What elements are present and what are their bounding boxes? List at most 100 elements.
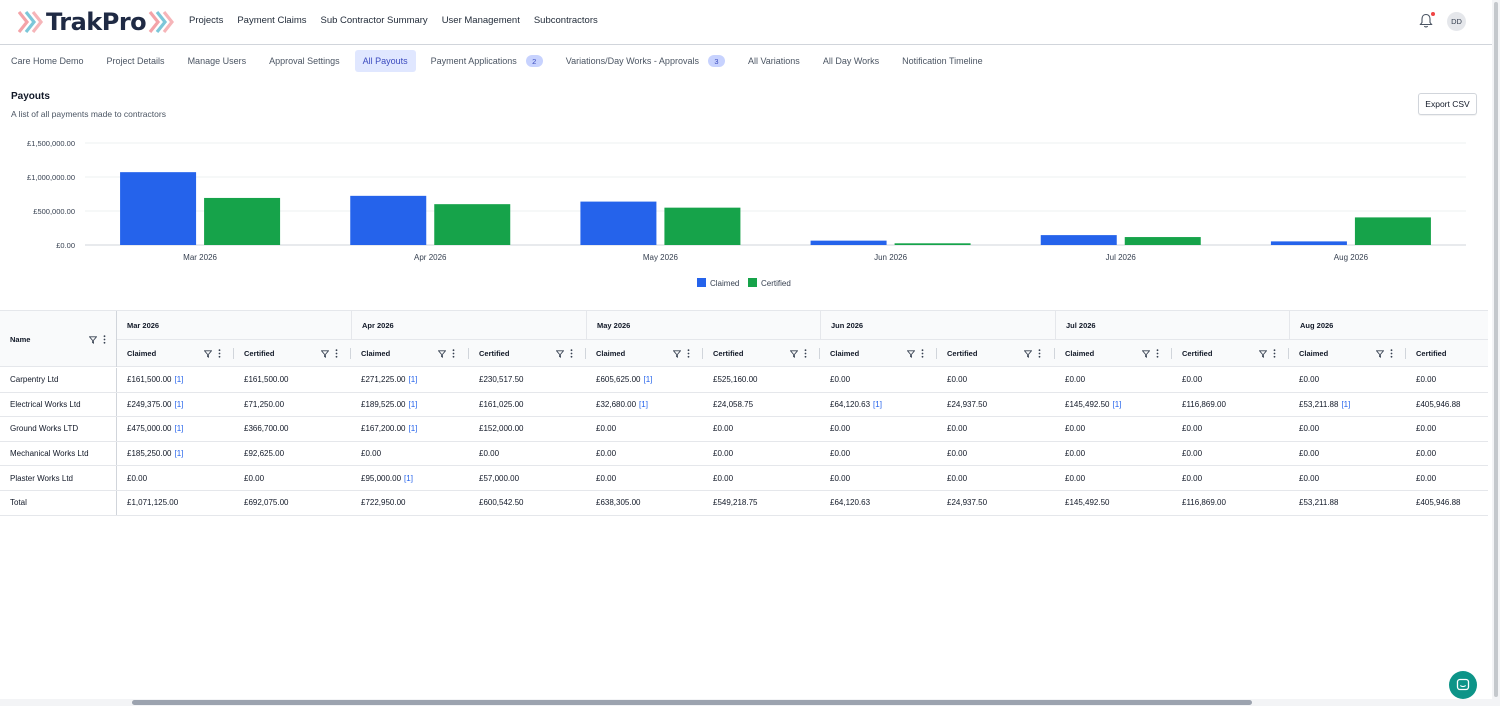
claimed-column-header[interactable]: Claimed xyxy=(351,340,468,367)
tab-all-variations[interactable]: All Variations xyxy=(740,50,808,72)
certified-column-header[interactable]: Certified xyxy=(937,340,1054,367)
claim-count-link[interactable]: [1] xyxy=(873,400,882,409)
certified-column-header[interactable]: Certified xyxy=(234,340,351,367)
filter-icon[interactable] xyxy=(438,349,447,358)
x-tick-label: Aug 2026 xyxy=(1334,253,1369,262)
filter-icon[interactable] xyxy=(1376,349,1385,358)
bar-certified-jun-2026[interactable] xyxy=(894,243,971,245)
claim-count-link[interactable]: [1] xyxy=(175,375,184,384)
certified-column-header[interactable]: Certified xyxy=(1172,340,1289,367)
trakpro-logo[interactable]: TrakPro xyxy=(18,8,175,36)
tab-manage-users[interactable]: Manage Users xyxy=(180,50,255,72)
claimed-column-header[interactable]: Claimed xyxy=(117,340,234,367)
column-menu-icon[interactable] xyxy=(103,335,106,344)
claimed-column-header[interactable]: Claimed xyxy=(586,340,703,367)
filter-icon[interactable] xyxy=(89,335,97,344)
certified-column-header[interactable]: Certified xyxy=(1406,340,1500,367)
bar-claimed-mar-2026[interactable] xyxy=(120,172,197,245)
claim-count-link[interactable]: [1] xyxy=(409,400,418,409)
amount-value: £64,120.63 xyxy=(830,498,871,508)
legend-swatch-claimed[interactable] xyxy=(697,278,706,287)
filter-icon[interactable] xyxy=(556,349,565,358)
bar-claimed-jun-2026[interactable] xyxy=(810,240,887,245)
column-menu-icon[interactable] xyxy=(335,349,338,358)
claim-count-link[interactable]: [1] xyxy=(1341,400,1350,409)
horizontal-scrollbar-thumb[interactable] xyxy=(132,700,1252,705)
vertical-scrollbar-thumb[interactable] xyxy=(1494,2,1498,697)
column-menu-icon[interactable] xyxy=(1038,349,1041,358)
nav-sub-contractor-summary[interactable]: Sub Contractor Summary xyxy=(321,15,428,26)
filter-icon[interactable] xyxy=(673,349,682,358)
claimed-cell: £53,211.88 [1] xyxy=(1289,393,1406,417)
bar-claimed-may-2026[interactable] xyxy=(580,201,657,245)
bar-claimed-jul-2026[interactable] xyxy=(1040,235,1117,245)
column-menu-icon[interactable] xyxy=(687,349,690,358)
claim-count-link[interactable]: [1] xyxy=(409,375,418,384)
claim-count-link[interactable]: [1] xyxy=(175,400,184,409)
amount-value: £32,680.00 xyxy=(596,399,637,409)
nav-projects[interactable]: Projects xyxy=(189,15,223,26)
tab-variations-day-works-approvals[interactable]: Variations/Day Works - Approvals 3 xyxy=(558,50,733,72)
column-menu-icon[interactable] xyxy=(452,349,455,358)
column-menu-icon[interactable] xyxy=(804,349,807,358)
certified-cell: £152,000.00 xyxy=(469,417,586,441)
nav-user-management[interactable]: User Management xyxy=(442,15,520,26)
chat-icon xyxy=(1456,678,1470,691)
claimed-column-header[interactable]: Claimed xyxy=(1289,340,1406,367)
tab-all-day-works[interactable]: All Day Works xyxy=(815,50,887,72)
claim-count-link[interactable]: [1] xyxy=(639,400,648,409)
filter-icon[interactable] xyxy=(1142,349,1151,358)
amount-value: £638,305.00 xyxy=(596,498,641,508)
tab-care-home-demo[interactable]: Care Home Demo xyxy=(0,50,92,72)
filter-icon[interactable] xyxy=(907,349,916,358)
column-menu-icon[interactable] xyxy=(1273,349,1276,358)
bar-claimed-apr-2026[interactable] xyxy=(350,195,427,245)
bar-certified-jul-2026[interactable] xyxy=(1124,237,1201,245)
horizontal-scrollbar[interactable] xyxy=(0,699,1500,706)
table-row: Carpentry Ltd £161,500.00 [1] £161,500.00 £2… xyxy=(0,368,1488,393)
tab-approval-settings[interactable]: Approval Settings xyxy=(261,50,348,72)
legend-label-certified[interactable]: Certified xyxy=(761,279,791,288)
column-menu-icon[interactable] xyxy=(570,349,573,358)
column-menu-icon[interactable] xyxy=(1390,349,1393,358)
tab-payment-applications[interactable]: Payment Applications 2 xyxy=(423,50,551,72)
tab-project-details[interactable]: Project Details xyxy=(99,50,173,72)
chat-launcher-button[interactable] xyxy=(1449,671,1477,699)
avatar[interactable]: DD xyxy=(1447,12,1466,31)
bar-certified-mar-2026[interactable] xyxy=(204,197,281,245)
tab-notification-timeline[interactable]: Notification Timeline xyxy=(894,50,991,72)
nav-payment-claims[interactable]: Payment Claims xyxy=(237,15,306,26)
filter-icon[interactable] xyxy=(790,349,799,358)
nav-subcontractors[interactable]: Subcontractors xyxy=(534,15,598,26)
certified-column-header[interactable]: Certified xyxy=(469,340,586,367)
tab-all-payouts[interactable]: All Payouts xyxy=(354,50,416,72)
amount-value: £249,375.00 xyxy=(127,399,172,409)
claimed-column-header[interactable]: Claimed xyxy=(820,340,937,367)
filter-icon[interactable] xyxy=(321,349,330,358)
bar-certified-may-2026[interactable] xyxy=(664,207,741,245)
claimed-cell: £0.00 xyxy=(1055,442,1172,466)
export-csv-button[interactable]: Export CSV xyxy=(1418,93,1477,115)
legend-label-claimed[interactable]: Claimed xyxy=(710,279,739,288)
claim-count-link[interactable]: [1] xyxy=(409,424,418,433)
bar-claimed-aug-2026[interactable] xyxy=(1270,241,1347,245)
claim-count-link[interactable]: [1] xyxy=(404,474,413,483)
claim-count-link[interactable]: [1] xyxy=(175,424,184,433)
filter-icon[interactable] xyxy=(1259,349,1268,358)
claim-count-link[interactable]: [1] xyxy=(644,375,653,384)
amount-value: £161,025.00 xyxy=(479,399,524,409)
logo-chevrons-icon xyxy=(18,10,44,34)
claim-count-link[interactable]: [1] xyxy=(175,449,184,458)
filter-icon[interactable] xyxy=(1024,349,1033,358)
bar-certified-apr-2026[interactable] xyxy=(434,204,511,245)
claimed-column-header[interactable]: Claimed xyxy=(1055,340,1172,367)
column-menu-icon[interactable] xyxy=(1156,349,1159,358)
filter-icon[interactable] xyxy=(204,349,213,358)
name-column-header[interactable]: Name xyxy=(0,311,117,367)
column-menu-icon[interactable] xyxy=(218,349,221,358)
bar-certified-aug-2026[interactable] xyxy=(1354,217,1431,245)
column-menu-icon[interactable] xyxy=(921,349,924,358)
claim-count-link[interactable]: [1] xyxy=(1113,400,1122,409)
legend-swatch-certified[interactable] xyxy=(748,278,757,287)
certified-column-header[interactable]: Certified xyxy=(703,340,820,367)
